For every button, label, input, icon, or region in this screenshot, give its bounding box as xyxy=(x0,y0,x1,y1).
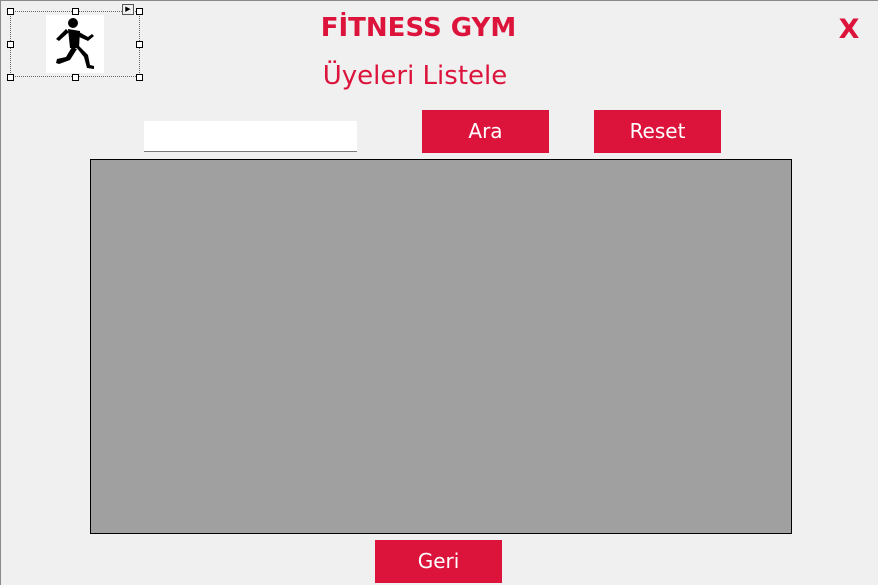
reset-button[interactable]: Reset xyxy=(594,110,721,153)
search-input[interactable] xyxy=(144,121,357,152)
resize-handle-bottom[interactable] xyxy=(72,74,79,81)
resize-handle-right[interactable] xyxy=(136,41,143,48)
resize-handle-bottom-left[interactable] xyxy=(7,74,14,81)
resize-handle-top-left[interactable] xyxy=(7,8,14,15)
close-button[interactable]: X xyxy=(834,13,864,47)
back-button[interactable]: Geri xyxy=(375,540,502,583)
app-title: FİTNESS GYM xyxy=(320,13,517,43)
smart-tag-arrow-icon[interactable]: ▶ xyxy=(122,4,134,15)
logo-picture-box[interactable]: ▶ xyxy=(7,4,143,81)
resize-handle-top[interactable] xyxy=(72,8,79,15)
page-title: Üyeleri Listele xyxy=(322,61,508,91)
resize-handle-left[interactable] xyxy=(7,41,14,48)
search-button[interactable]: Ara xyxy=(422,110,549,153)
main-window: ▶ FİTNESS GYM Üyeleri Listele X Ara Rese… xyxy=(0,0,878,585)
resize-handle-bottom-right[interactable] xyxy=(136,74,143,81)
running-man-icon xyxy=(46,15,104,73)
members-data-grid[interactable] xyxy=(90,159,792,534)
resize-handle-top-right[interactable] xyxy=(136,8,143,15)
